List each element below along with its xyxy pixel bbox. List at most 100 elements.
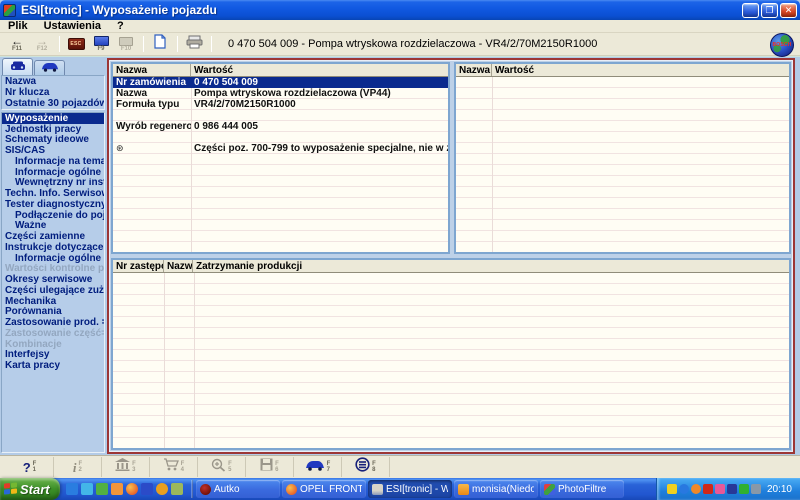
sidebar-item-wyposazenie[interactable]: Wyposażenie [2,113,104,124]
firefox-icon[interactable] [126,483,138,495]
table-row[interactable] [113,110,448,121]
tab-vehicle-identification[interactable] [2,58,33,75]
sidebar-item-nazwa[interactable]: Nazwa [2,76,104,87]
task-opel-frontera[interactable]: OPEL FRONTERA ... [282,480,366,498]
forward-arrow-icon: → [36,36,48,46]
car-icon [305,458,325,476]
minimize-icon: _ [748,12,753,17]
row-value [191,132,448,143]
context-text: 0 470 504 009 - Pompa wtryskowa rozdziel… [228,38,597,50]
sidebar-item-podlaczenie-do-pojazdu[interactable]: Podłączenie do poja... [2,210,104,221]
tray-icon[interactable] [727,484,737,494]
menu-plik[interactable]: Plik [0,20,36,32]
detail-table-body: Nr zamówienia 0 470 504 009 Nazwa Pompa … [113,77,448,252]
sidebar-item-jednostki-pracy[interactable]: Jednostki pracy [2,124,104,135]
vehicle-f7-button[interactable]: F7 [294,457,342,477]
client-area: Nazwa Nr klucza Ostatnie 30 pojazdów Wyp… [0,56,800,455]
info-icon: i [73,461,77,474]
table-row[interactable] [113,132,448,143]
sidebar-item-nr-klucza[interactable]: Nr klucza [2,87,104,98]
sidebar-item-karta-pracy[interactable]: Karta pracy [2,360,104,371]
sidebar-item-tester-diagnostyczny[interactable]: Tester diagnostyczny [2,199,104,210]
back-button[interactable]: ← F11 [5,33,29,55]
task-esitronic[interactable]: ESI[tronic] - Wyp... [368,480,452,498]
bosch-wheel-icon [355,457,370,477]
menubar: Plik Ustawienia ? [0,20,800,33]
start-button[interactable]: Start [0,478,60,500]
sidebar-item-techn-info-serwisowe[interactable]: Techn. Info. Serwisowe [2,188,104,199]
table-row[interactable]: Wyrób regenerowany 0 986 444 005 [113,121,448,132]
printer-icon [186,35,203,54]
row-value: Pompa wtryskowa rozdzielaczowa (VP44) [191,88,448,99]
magnify-f5-button[interactable]: F5 [198,457,246,477]
tray-icon[interactable] [751,484,761,494]
tab-vehicle-search[interactable] [34,60,65,75]
quick-launch-icon[interactable] [156,483,168,495]
sidebar-item-mechanika[interactable]: Mechanika [2,296,104,307]
tray-icon[interactable] [715,484,725,494]
sidebar-item-porownania[interactable]: Porównania [2,307,104,318]
sidebar-item-zastosowanie-prod[interactable]: Zastosowanie prod. =>... [2,317,104,328]
table-row[interactable]: Nazwa Pompa wtryskowa rozdzielaczowa (VP… [113,88,448,99]
table-row[interactable]: Nr zamówienia 0 470 504 009 [113,77,448,88]
tray-icon[interactable] [667,484,677,494]
task-autko[interactable]: Autko [196,480,280,498]
quick-launch-icon[interactable] [171,483,183,495]
sidebar-item-informacje-ogolne[interactable]: Informacje ogólne [2,167,104,178]
tray-icon[interactable] [679,484,689,494]
task-monisia[interactable]: monisia(Niedostęp... [454,480,538,498]
sidebar-item-wewnetrzny-nr-instr[interactable]: Wewnętrzny nr instr... [2,178,104,189]
sidebar-item-czesci-zamienne[interactable]: Części zamienne [2,231,104,242]
bosch-logo-text: BOSCH [772,42,791,48]
taskbar-divider [191,480,193,498]
sidebar-item-ostatnie-30-pojazdow[interactable]: Ostatnie 30 pojazdów [2,98,104,109]
quick-launch-icon[interactable] [111,483,123,495]
restore-button[interactable]: ❐ [761,3,778,18]
bosch-f8-button[interactable]: F8 [342,457,390,477]
print-button[interactable] [182,33,206,55]
sidebar-item-interfejsy[interactable]: Interfejsy [2,350,104,361]
shopping-cart-f4-button[interactable]: F4 [150,457,198,477]
floppy-icon [260,458,273,476]
sidebar-item-schematy-ideowe[interactable]: Schematy ideowe [2,135,104,146]
sidebar-item-sis-cas[interactable]: SIS/CAS [2,145,104,156]
column-header-zatrzymanie-produkcji: Zatrzymanie produkcji [193,260,789,272]
tray-icon[interactable] [703,484,713,494]
quick-launch-icon[interactable] [81,483,93,495]
sidebar-item-informacje-na-temat[interactable]: Informacje na temat... [2,156,104,167]
titlebar[interactable]: ESI[tronic] - Wyposażenie pojazdu _ ❐ ✕ [0,0,800,20]
quick-launch-icon[interactable] [66,483,78,495]
toolbar-separator [211,36,212,52]
standards-f3-button[interactable]: F3 [102,457,150,477]
menu-help[interactable]: ? [109,20,132,32]
table-row[interactable]: Formuła typu VR4/2/70M2150R1000 [113,99,448,110]
clock: 20:10 [767,484,792,495]
sidebar-item-czesci-ulegajace-zuzyciu[interactable]: Części ulegające zużyciu [2,285,104,296]
sidebar-item-informacje-ogolne-2[interactable]: Informacje ogólne [2,253,104,264]
sidebar-item-okresy-serwisowe[interactable]: Okresy serwisowe [2,274,104,285]
tray-icon[interactable] [739,484,749,494]
forward-button[interactable]: → F12 [30,33,54,55]
back-arrow-icon: ← [11,36,23,46]
quick-launch-icon[interactable] [141,483,153,495]
task-photofiltre[interactable]: PhotoFiltre [540,480,624,498]
sidebar-item-wartosci-kontrolne[interactable]: Wartości kontrolne po... [2,264,104,275]
info-f2-button[interactable]: i F2 [54,457,102,477]
minimize-button[interactable]: _ [742,3,759,18]
close-button[interactable]: ✕ [780,3,797,18]
taskbar: Start Autko OPEL FRONTERA ... ESI [0,478,800,500]
quick-launch-icon[interactable] [96,483,108,495]
screen-button[interactable]: F9 [89,33,113,55]
detach-button[interactable]: F10 [114,33,138,55]
tray-icon[interactable] [691,484,701,494]
sidebar-item-zastosowanie-czesc[interactable]: Zastosowanie część=>... [2,328,104,339]
sidebar-item-kombinacje[interactable]: Kombinacje [2,339,104,350]
table-row[interactable]: ⊛ Części poz. 700-799 to wyposażenie spe… [113,143,448,154]
sidebar-item-wazne[interactable]: Ważne [2,221,104,232]
document-button[interactable] [148,33,172,55]
save-f6-button[interactable]: F6 [246,457,294,477]
sidebar-item-instrukcje-dotyczace[interactable]: Instrukcje dotyczące k... [2,242,104,253]
esc-button[interactable]: ESC [64,33,88,55]
help-f1-button[interactable]: ? F1 [6,457,54,477]
menu-ustawienia[interactable]: Ustawienia [36,20,109,32]
